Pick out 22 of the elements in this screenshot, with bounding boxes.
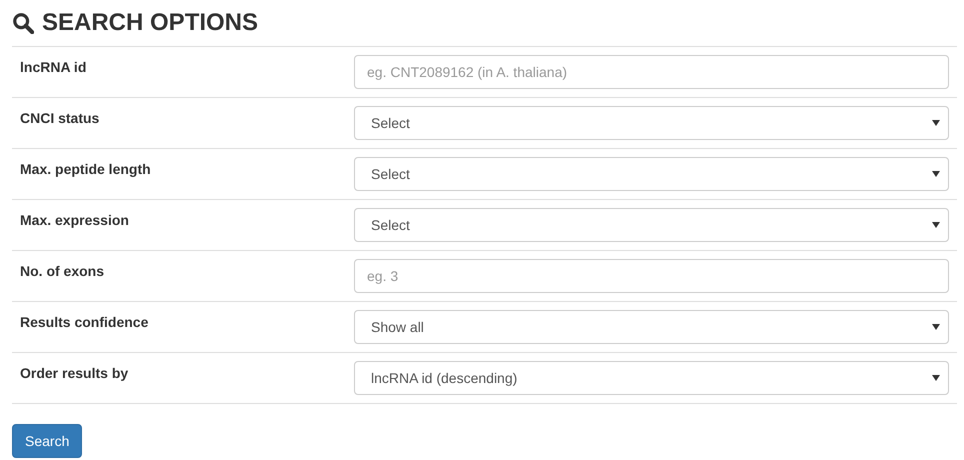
field-label: CNCI status xyxy=(20,109,100,128)
caret-icon xyxy=(932,120,940,126)
field-label: Results confidence xyxy=(20,313,150,332)
field-label: No. of exons xyxy=(20,262,106,281)
field-label: lncRNA id xyxy=(20,58,88,77)
field-label: Max. expression xyxy=(20,211,130,230)
select-dropdown[interactable]: Select xyxy=(354,106,949,140)
select-dropdown[interactable]: Select xyxy=(354,157,949,191)
caret-icon xyxy=(932,324,940,330)
field-label: Order results by xyxy=(20,364,130,383)
input-field[interactable]: eg. CNT2089162 (in A. thaliana) xyxy=(354,55,949,89)
select-dropdown[interactable]: Show all xyxy=(354,310,949,344)
input-field[interactable]: eg. 3 xyxy=(354,259,949,293)
caret-icon xyxy=(932,375,940,381)
search-icon xyxy=(12,12,34,34)
field-label: Max. peptide length xyxy=(20,160,152,179)
select-dropdown[interactable]: Select xyxy=(354,208,949,242)
caret-icon xyxy=(932,222,940,228)
page-title: SEARCH OPTIONS xyxy=(42,8,258,38)
select-dropdown[interactable]: lncRNA id (descending) xyxy=(354,361,949,395)
caret-icon xyxy=(932,171,940,177)
search-button[interactable]: Search xyxy=(12,424,82,458)
